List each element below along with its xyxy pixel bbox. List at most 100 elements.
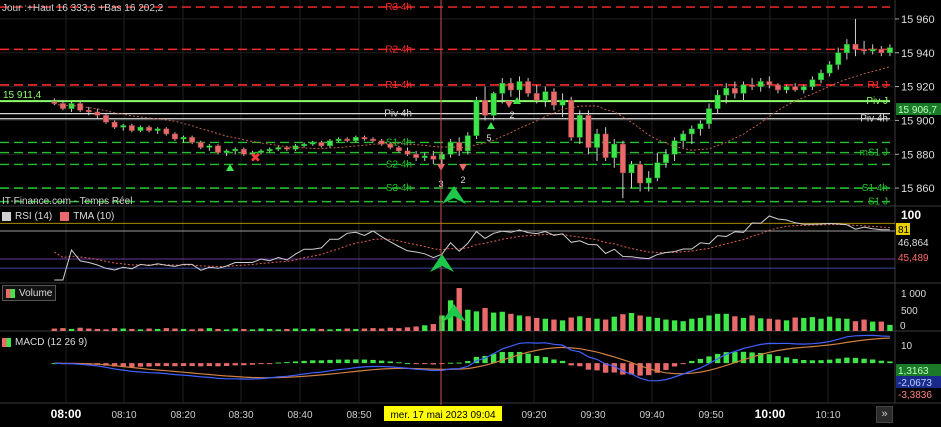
candle-body: [404, 150, 411, 155]
volume-bar: [163, 328, 169, 331]
candle-body: [189, 137, 196, 143]
candle-body: [843, 44, 850, 54]
candle-body: [740, 84, 747, 94]
candle-body: [180, 137, 187, 140]
volume-bar: [551, 319, 557, 331]
right-level-label-4: S1 4h: [862, 183, 888, 194]
volume-bar: [94, 328, 101, 331]
volume-bar: [310, 328, 316, 331]
x-tick-label: 08:10: [111, 410, 136, 421]
candle-body: [490, 93, 497, 116]
volume-legend[interactable]: Volume: [2, 285, 57, 301]
volume-bar: [620, 314, 626, 331]
macd-histogram-bar: [559, 360, 566, 364]
volume-bar: [775, 319, 781, 331]
volume-bar: [792, 317, 798, 331]
candle-body: [266, 148, 273, 152]
volume-bar: [611, 316, 617, 331]
candle-body: [456, 142, 463, 152]
candle-body: [327, 140, 333, 147]
macd-histogram-bar: [525, 353, 531, 364]
macd-histogram-bar: [413, 363, 419, 365]
macd-histogram-bar: [439, 363, 445, 365]
volume-bar: [508, 313, 514, 331]
candle-body: [301, 143, 308, 147]
macd-histogram-bar: [378, 360, 385, 364]
volume-bar: [654, 317, 661, 331]
macd-histogram-bar: [663, 363, 669, 370]
price-tick-label: 15 860: [901, 183, 935, 195]
candle-body: [103, 115, 109, 123]
macd-histogram-bar: [223, 363, 230, 366]
candle-body: [395, 147, 402, 152]
macd-histogram-bar: [861, 358, 867, 364]
volume-bar: [129, 328, 135, 331]
volume-bar: [870, 321, 876, 331]
header-info: Jour :+Haut 16 333,6 +Bas 16 202,2: [2, 3, 164, 14]
volume-bar: [146, 328, 152, 331]
volume-bar: [378, 328, 385, 331]
candle-body: [51, 101, 58, 104]
candle-body: [499, 82, 506, 94]
candle-body: [611, 143, 618, 158]
volume-bar: [51, 328, 57, 331]
volume-bar: [852, 321, 859, 331]
volume-bar: [542, 318, 549, 331]
volume-bar: [180, 328, 187, 331]
candle-body: [163, 128, 170, 135]
macd-histogram-bar: [422, 363, 428, 365]
macd-histogram-bar: [534, 355, 540, 364]
volume-bar: [206, 328, 213, 331]
candle-body: [146, 126, 152, 131]
candle-body: [370, 138, 376, 141]
candle-body: [585, 115, 592, 148]
candle-body: [542, 91, 549, 101]
candle-body: [809, 79, 816, 87]
candle-body: [628, 164, 635, 174]
candle-body: [671, 140, 678, 155]
candle-body: [878, 49, 885, 53]
volume-bar: [628, 313, 635, 331]
candle-body: [792, 86, 799, 91]
volume-bar: [663, 319, 669, 331]
macd-histogram-bar: [456, 362, 462, 364]
candle-body: [439, 154, 445, 160]
volume-bar: [111, 328, 118, 331]
macd-histogram-bar: [568, 363, 574, 366]
volume-bar: [887, 324, 893, 331]
candle-body: [757, 81, 764, 87]
macd-histogram-bar: [826, 359, 833, 364]
rsi-legend[interactable]: RSI (14) TMA (10): [2, 209, 114, 223]
rsi-tag-label: 45,489: [898, 253, 929, 264]
macd-histogram-bar: [551, 359, 557, 364]
macd-histogram-bar: [172, 363, 178, 367]
macd-histogram-bar: [353, 359, 359, 364]
volume-bar: [714, 313, 721, 331]
scroll-right-button[interactable]: »: [876, 406, 893, 423]
volume-bar: [680, 321, 686, 331]
candle-body: [240, 148, 247, 155]
volume-bar: [577, 316, 583, 331]
candle-body: [223, 150, 230, 153]
candle-body: [335, 138, 342, 141]
volume-bar: [801, 317, 807, 331]
signal-count-label: 5: [486, 133, 491, 143]
macd-legend[interactable]: MACD (12 26 9): [2, 335, 87, 349]
volume-bar: [223, 329, 230, 331]
candle-body: [85, 110, 92, 113]
volume-bar: [387, 327, 393, 331]
volume-bar: [413, 326, 419, 331]
tma-legend-label: TMA (10): [73, 210, 115, 222]
volume-bar: [732, 316, 738, 331]
candle-body: [413, 154, 420, 158]
candle-body: [551, 91, 557, 106]
candle-body: [387, 143, 394, 148]
background: [0, 0, 941, 427]
macd-histogram-bar: [189, 363, 195, 367]
candle-body: [215, 145, 221, 153]
candle-body: [525, 81, 532, 94]
macd-histogram-bar: [310, 360, 316, 364]
x-tick-label: 10:00: [755, 407, 786, 421]
candle-body: [594, 133, 600, 148]
macd-histogram-bar: [585, 363, 592, 370]
